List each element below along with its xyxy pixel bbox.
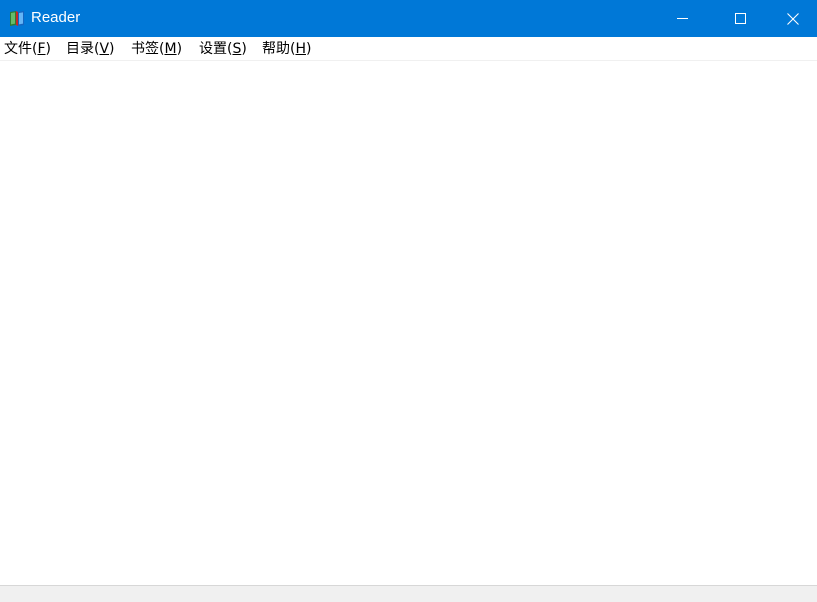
menu-bar: 文件(F) 目录(V) 书签(M) 设置(S) 帮助(H): [0, 37, 817, 60]
menu-contents[interactable]: 目录(V): [66, 40, 115, 58]
menu-bookmarks[interactable]: 书签(M): [131, 40, 182, 58]
minimize-button[interactable]: [653, 0, 711, 37]
menu-help[interactable]: 帮助(H): [262, 40, 311, 58]
minimize-icon: [676, 13, 688, 24]
menu-settings[interactable]: 设置(S): [199, 40, 247, 58]
reader-window: Reader 文件(F) 目录(V) 书签(M) 设置(S) 帮助(H): [0, 0, 817, 602]
close-icon: [787, 12, 799, 25]
menu-file[interactable]: 文件(F): [4, 40, 51, 58]
window-title: Reader: [31, 9, 81, 26]
book-icon: [8, 9, 26, 27]
close-button[interactable]: [769, 0, 817, 37]
reading-area[interactable]: [0, 61, 817, 585]
maximize-icon: [734, 13, 746, 24]
status-bar: [0, 585, 817, 602]
title-bar[interactable]: Reader: [0, 0, 817, 37]
maximize-button[interactable]: [711, 0, 769, 37]
